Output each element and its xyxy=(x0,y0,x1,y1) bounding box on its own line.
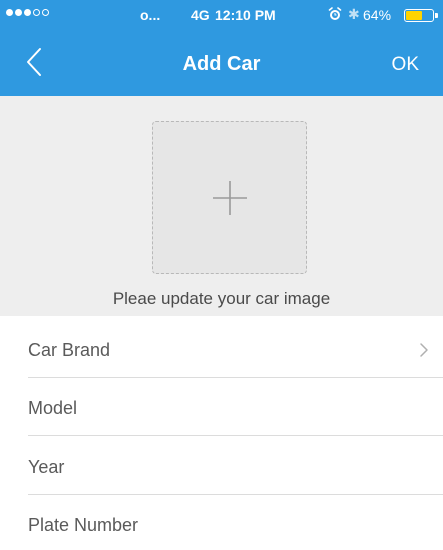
signal-dot xyxy=(6,9,13,16)
battery-percent: 64% xyxy=(363,7,392,23)
battery-fill xyxy=(406,11,422,20)
upload-image-button[interactable] xyxy=(152,121,307,274)
bluetooth-icon: ✱ xyxy=(348,6,360,22)
carrier-name: o... xyxy=(140,7,161,23)
battery-cap xyxy=(435,13,438,18)
plate-number-label: Plate Number xyxy=(28,515,139,535)
upload-hint: Pleae update your car image xyxy=(112,289,331,308)
plus-icon xyxy=(213,181,247,215)
year-label: Year xyxy=(28,457,65,477)
navigation-bar: Add Car OK xyxy=(0,30,443,96)
signal-dot xyxy=(33,9,40,16)
year-row[interactable]: Year xyxy=(0,437,443,495)
network-type: 4G xyxy=(191,7,210,23)
signal-dot xyxy=(15,9,22,16)
signal-dot xyxy=(24,9,31,16)
car-brand-row[interactable]: Car Brand xyxy=(0,320,443,378)
divider xyxy=(28,435,443,436)
chevron-right-icon xyxy=(420,343,428,357)
model-row[interactable]: Model xyxy=(0,378,443,436)
plate-number-row[interactable]: Plate Number xyxy=(0,495,443,550)
car-brand-label: Car Brand xyxy=(28,340,111,360)
signal-dot xyxy=(42,9,49,16)
battery-icon xyxy=(404,9,434,22)
ok-button[interactable]: OK xyxy=(392,54,419,76)
model-label: Model xyxy=(28,398,78,418)
alarm-icon xyxy=(328,7,342,20)
page-title: Add Car xyxy=(182,53,261,75)
status-time: 12:10 PM xyxy=(215,7,276,23)
status-bar: o... 4G 12:10 PM ✱ 64% xyxy=(0,0,443,30)
signal-strength-icon xyxy=(6,9,49,16)
car-image-section: Pleae update your car image xyxy=(0,96,443,316)
